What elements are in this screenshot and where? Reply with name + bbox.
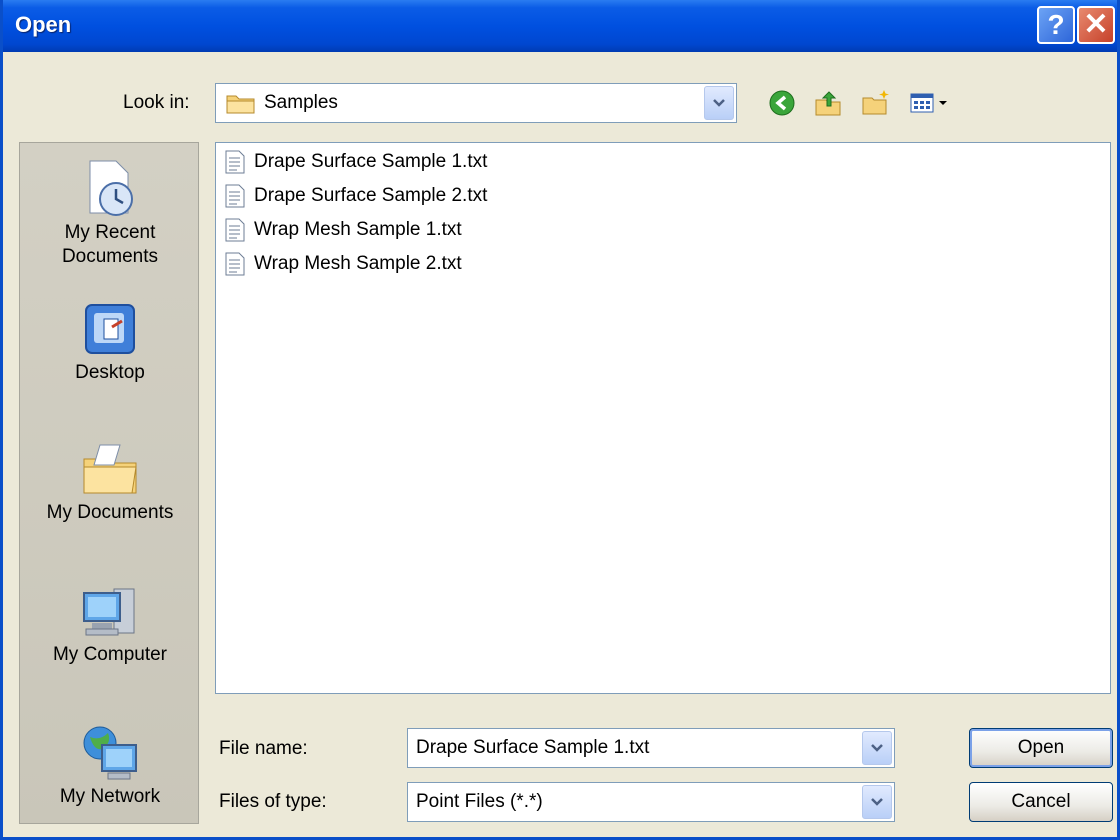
file-name: Drape Surface Sample 2.txt xyxy=(254,185,488,206)
file-item[interactable]: Drape Surface Sample 2.txt xyxy=(224,181,487,211)
files-of-type-label: Files of type: xyxy=(219,791,327,812)
text-file-icon xyxy=(224,183,246,209)
new-folder-icon[interactable] xyxy=(859,87,893,119)
title-bar[interactable]: Open ? ✕ xyxy=(3,0,1117,52)
file-name-label: File name: xyxy=(219,738,308,759)
place-my-computer[interactable]: My Computer xyxy=(20,579,200,667)
place-my-recent-documents[interactable]: My Recent Documents xyxy=(20,157,200,269)
files-of-type-value: Point Files (*.*) xyxy=(416,791,543,812)
files-of-type-dropdown[interactable]: Point Files (*.*) xyxy=(407,782,895,822)
my-documents-icon xyxy=(78,437,142,501)
chevron-down-icon[interactable] xyxy=(704,86,734,120)
file-item[interactable]: Wrap Mesh Sample 1.txt xyxy=(224,215,462,245)
up-folder-icon[interactable] xyxy=(811,87,845,119)
text-file-icon xyxy=(224,217,246,243)
recent-documents-icon xyxy=(78,157,142,221)
file-name-value[interactable]: Drape Surface Sample 1.txt xyxy=(416,737,649,759)
chevron-down-icon[interactable] xyxy=(862,731,892,765)
help-button[interactable]: ? xyxy=(1037,6,1075,44)
place-label: My Network xyxy=(59,786,161,807)
file-name-field[interactable]: Drape Surface Sample 1.txt xyxy=(407,728,895,768)
view-menu-icon[interactable] xyxy=(905,87,957,119)
text-file-icon xyxy=(224,251,246,277)
open-dialog: Open ? ✕ Look in: Samples My Recent Docu… xyxy=(0,0,1120,840)
place-my-network[interactable]: My Network xyxy=(20,721,200,809)
cancel-button[interactable]: Cancel xyxy=(969,782,1113,822)
file-item[interactable]: Wrap Mesh Sample 2.txt xyxy=(224,249,462,279)
look-in-label: Look in: xyxy=(123,92,190,113)
look-in-dropdown[interactable]: Samples xyxy=(215,83,737,123)
place-label: My Documents xyxy=(46,502,174,523)
back-icon[interactable] xyxy=(765,87,799,119)
file-list[interactable]: Drape Surface Sample 1.txt Drape Surface… xyxy=(215,142,1111,694)
my-network-icon xyxy=(78,721,142,785)
text-file-icon xyxy=(224,149,246,175)
file-name: Wrap Mesh Sample 1.txt xyxy=(254,219,462,240)
place-label: Desktop xyxy=(75,362,145,383)
close-button[interactable]: ✕ xyxy=(1077,6,1115,44)
place-my-documents[interactable]: My Documents xyxy=(20,437,200,525)
chevron-down-icon[interactable] xyxy=(862,785,892,819)
look-in-value: Samples xyxy=(264,92,338,113)
open-button[interactable]: Open xyxy=(969,728,1113,768)
file-name: Drape Surface Sample 1.txt xyxy=(254,151,488,172)
place-desktop[interactable]: Desktop xyxy=(20,297,200,385)
place-label: Documents xyxy=(61,246,159,267)
my-computer-icon xyxy=(78,579,142,643)
desktop-icon xyxy=(78,297,142,361)
dialog-title: Open xyxy=(15,12,72,37)
folder-icon xyxy=(226,92,256,120)
place-label: My Recent xyxy=(64,222,156,243)
file-name: Wrap Mesh Sample 2.txt xyxy=(254,253,462,274)
place-label: My Computer xyxy=(52,644,168,665)
file-item[interactable]: Drape Surface Sample 1.txt xyxy=(224,147,487,177)
places-bar: My Recent Documents Desktop My Documents… xyxy=(19,142,199,824)
